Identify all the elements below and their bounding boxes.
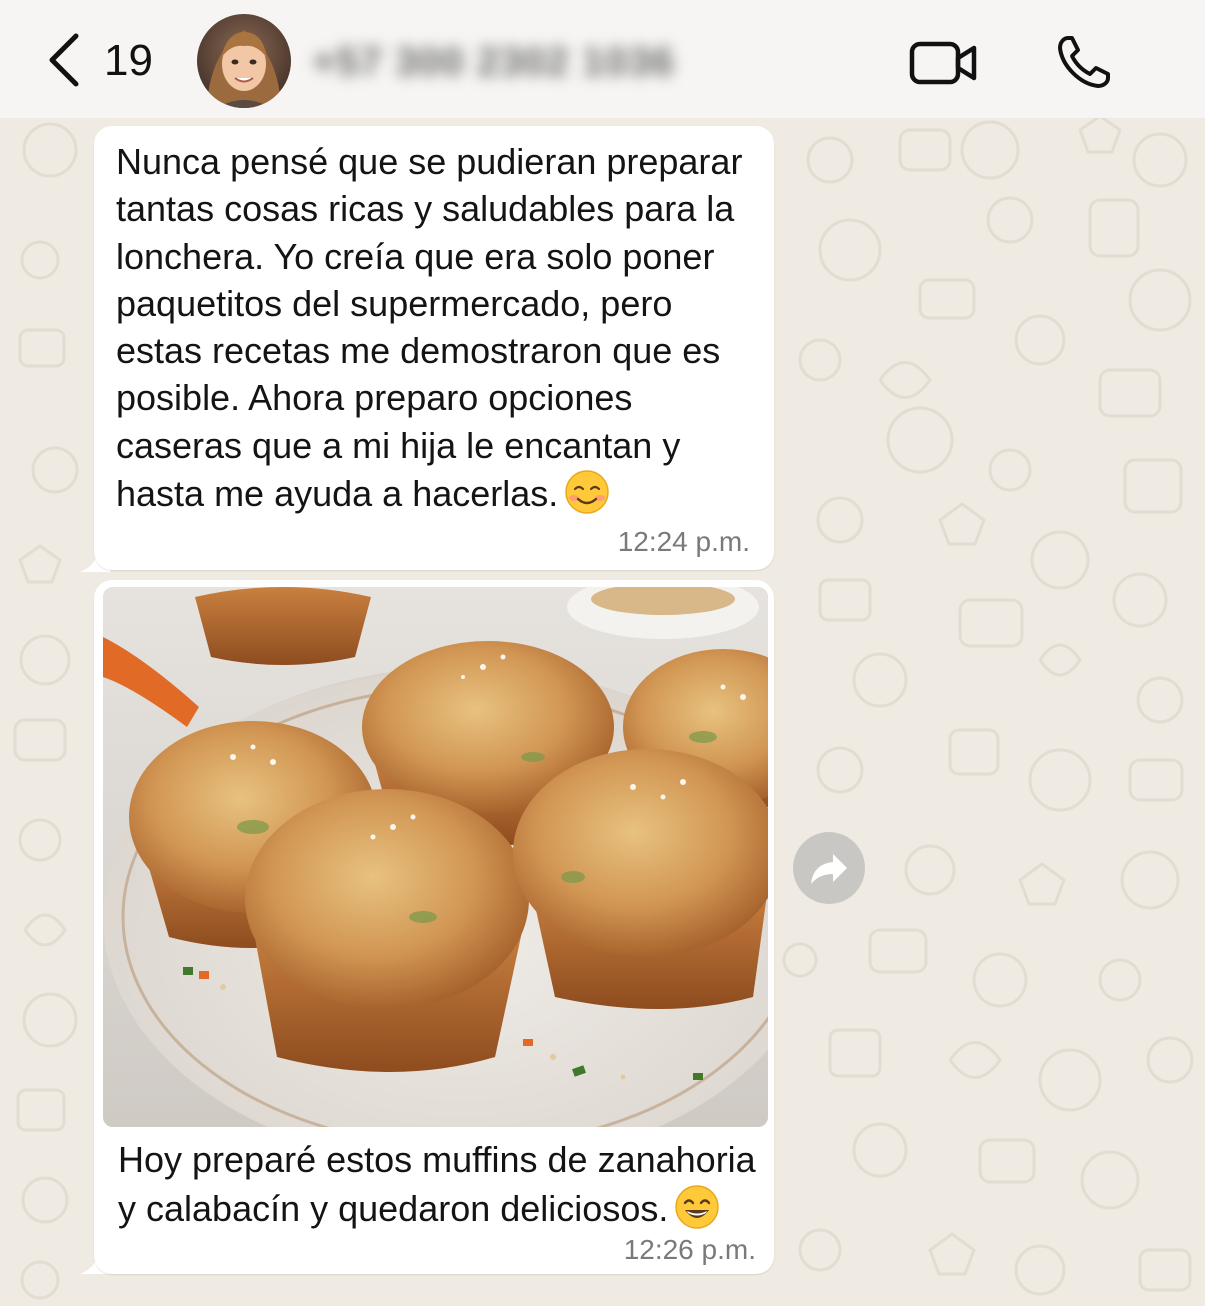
- contact-avatar[interactable]: [197, 14, 291, 108]
- grinning-face-icon: [675, 1185, 720, 1229]
- incoming-message-bubble[interactable]: Nunca pensé que se pudieran preparar tan…: [94, 126, 774, 570]
- video-call-button[interactable]: [908, 38, 980, 88]
- muffins-image: [103, 587, 768, 1127]
- muffins-photo[interactable]: [103, 587, 768, 1127]
- chevron-left-icon: [49, 33, 79, 87]
- caption-text: Hoy preparé estos muffins de zanahoria y…: [118, 1139, 756, 1229]
- back-button[interactable]: [40, 30, 90, 90]
- incoming-photo-bubble[interactable]: Hoy preparé estos muffins de zanahoria y…: [94, 580, 774, 1274]
- message-text: Nunca pensé que se pudieran preparar tan…: [116, 138, 756, 517]
- message-timestamp: 12:26 p.m.: [623, 1234, 756, 1265]
- forward-arrow-icon: [811, 854, 847, 884]
- forward-button[interactable]: [793, 832, 865, 904]
- chat-header: 19 +57 300 2302 1036: [0, 0, 1205, 118]
- unread-count[interactable]: 19: [104, 36, 153, 86]
- avatar-photo: [197, 14, 291, 108]
- photo-caption: Hoy preparé estos muffins de zanahoria y…: [118, 1135, 768, 1233]
- message-body: Nunca pensé que se pudieran preparar tan…: [116, 141, 743, 515]
- message-timestamp: 12:24 p.m.: [617, 526, 750, 557]
- video-camera-icon: [909, 41, 977, 85]
- voice-call-button[interactable]: [1054, 32, 1114, 92]
- contact-name[interactable]: +57 300 2302 1036: [312, 38, 675, 86]
- phone-icon: [1058, 36, 1110, 88]
- smiling-face-icon: [565, 470, 610, 514]
